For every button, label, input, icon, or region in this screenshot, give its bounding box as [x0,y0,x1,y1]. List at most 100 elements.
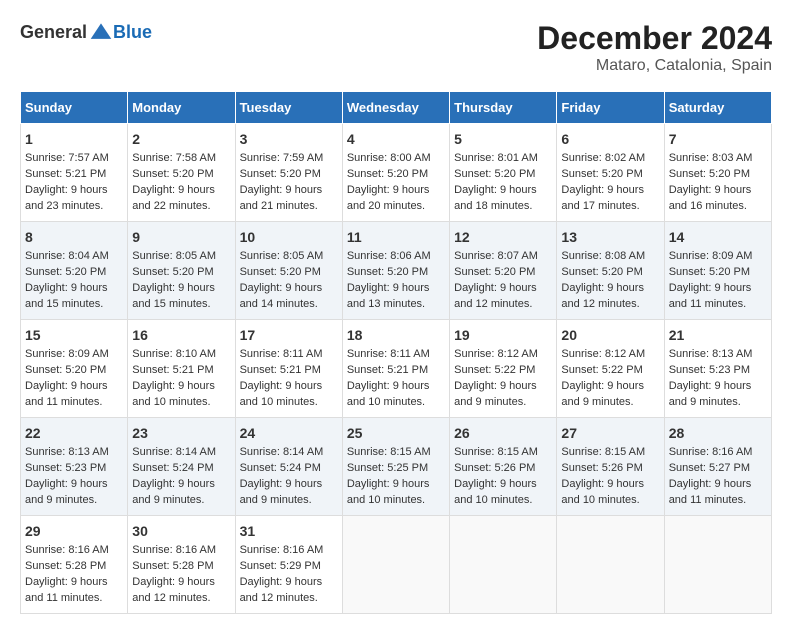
daylight-line: Daylight: 9 hours and 20 minutes. [347,184,430,212]
sunrise-line: Sunrise: 8:01 AM [454,152,538,164]
daylight-line: Daylight: 9 hours and 9 minutes. [454,380,537,408]
calendar-cell [450,516,557,614]
sunrise-line: Sunrise: 7:58 AM [132,152,216,164]
header-wednesday: Wednesday [342,92,449,124]
sunset-line: Sunset: 5:20 PM [561,266,642,278]
calendar-cell: 24Sunrise: 8:14 AMSunset: 5:24 PMDayligh… [235,418,342,516]
sunset-line: Sunset: 5:20 PM [669,266,750,278]
sunrise-line: Sunrise: 8:16 AM [132,544,216,556]
sunrise-line: Sunrise: 8:04 AM [25,250,109,262]
sunrise-line: Sunrise: 8:03 AM [669,152,753,164]
sunrise-line: Sunrise: 8:10 AM [132,348,216,360]
calendar-cell: 25 Sunrise: 8:15 AM Sunset: 5:25 PM Dayligh… [342,418,449,516]
sunrise-line: Sunrise: 8:16 AM [669,446,753,458]
sunrise-line: Sunrise: 8:02 AM [561,152,645,164]
daylight-line: Daylight: 9 hours and 10 minutes. [454,478,537,506]
sunset-line: Sunset: 5:20 PM [454,168,535,180]
day-number: 15 [25,325,123,345]
sunset-line: Sunset: 5:21 PM [240,364,321,376]
calendar-cell: 30Sunrise: 8:16 AMSunset: 5:28 PMDayligh… [128,516,235,614]
day-number: 18 [347,325,445,345]
logo-general: General [20,22,87,43]
calendar-cell: 26 Sunrise: 8:15 AM Sunset: 5:26 PM Dayligh… [450,418,557,516]
header-tuesday: Tuesday [235,92,342,124]
calendar-cell: 5 Sunrise: 8:01 AM Sunset: 5:20 PM Daylight… [450,124,557,222]
page-title: December 2024 [537,20,772,57]
calendar-cell: 21Sunrise: 8:13 AMSunset: 5:23 PMDayligh… [664,320,771,418]
sunrise-line: Sunrise: 7:59 AM [240,152,324,164]
daylight-line: Daylight: 9 hours and 13 minutes. [347,282,430,310]
calendar-cell: 22Sunrise: 8:13 AMSunset: 5:23 PMDayligh… [21,418,128,516]
day-number: 1 [25,129,123,149]
calendar-cell: 10Sunrise: 8:05 AMSunset: 5:20 PMDayligh… [235,222,342,320]
sunrise-line: Sunrise: 8:13 AM [25,446,109,458]
sunrise-line: Sunrise: 8:05 AM [240,250,324,262]
sunset-line: Sunset: 5:21 PM [347,364,428,376]
day-number: 4 [347,129,445,149]
sunrise-line: Sunrise: 8:16 AM [25,544,109,556]
calendar-cell: 29Sunrise: 8:16 AMSunset: 5:28 PMDayligh… [21,516,128,614]
daylight-line: Daylight: 9 hours and 11 minutes. [669,478,752,506]
sunset-line: Sunset: 5:22 PM [454,364,535,376]
calendar-cell: 1Sunrise: 7:57 AMSunset: 5:21 PMDaylight… [21,124,128,222]
logo-icon [89,20,113,44]
calendar-week-row: 1Sunrise: 7:57 AMSunset: 5:21 PMDaylight… [21,124,772,222]
daylight-line: Daylight: 9 hours and 16 minutes. [669,184,752,212]
sunset-line: Sunset: 5:26 PM [454,462,535,474]
sunset-line: Sunset: 5:26 PM [561,462,642,474]
sunrise-line: Sunrise: 8:11 AM [347,348,430,360]
daylight-line: Daylight: 9 hours and 12 minutes. [454,282,537,310]
header-monday: Monday [128,92,235,124]
daylight-line: Daylight: 9 hours and 10 minutes. [347,478,430,506]
calendar-cell: 2Sunrise: 7:58 AMSunset: 5:20 PMDaylight… [128,124,235,222]
day-number: 30 [132,521,230,541]
calendar-week-row: 29Sunrise: 8:16 AMSunset: 5:28 PMDayligh… [21,516,772,614]
daylight-line: Daylight: 9 hours and 12 minutes. [240,576,323,604]
calendar-cell: 15Sunrise: 8:09 AMSunset: 5:20 PMDayligh… [21,320,128,418]
day-number: 10 [240,227,338,247]
day-number: 13 [561,227,659,247]
day-number: 23 [132,423,230,443]
day-number: 11 [347,227,445,247]
calendar-cell: 8Sunrise: 8:04 AMSunset: 5:20 PMDaylight… [21,222,128,320]
daylight-line: Daylight: 9 hours and 21 minutes. [240,184,323,212]
daylight-line: Daylight: 9 hours and 17 minutes. [561,184,644,212]
day-number: 26 [454,423,552,443]
calendar-cell [664,516,771,614]
sunset-line: Sunset: 5:25 PM [347,462,428,474]
day-number: 28 [669,423,767,443]
day-number: 9 [132,227,230,247]
sunset-line: Sunset: 5:20 PM [454,266,535,278]
day-number: 12 [454,227,552,247]
page-subtitle: Mataro, Catalonia, Spain [537,57,772,75]
daylight-line: Daylight: 9 hours and 9 minutes. [132,478,215,506]
daylight-line: Daylight: 9 hours and 11 minutes. [25,380,108,408]
title-block: December 2024 Mataro, Catalonia, Spain [537,20,772,75]
sunrise-line: Sunrise: 8:08 AM [561,250,645,262]
calendar-table: SundayMondayTuesdayWednesdayThursdayFrid… [20,91,772,614]
sunrise-line: Sunrise: 8:11 AM [240,348,323,360]
sunrise-line: Sunrise: 8:09 AM [669,250,753,262]
sunrise-line: Sunrise: 8:15 AM [347,446,431,458]
day-number: 5 [454,129,552,149]
daylight-line: Daylight: 9 hours and 10 minutes. [347,380,430,408]
calendar-cell: 31Sunrise: 8:16 AMSunset: 5:29 PMDayligh… [235,516,342,614]
day-number: 31 [240,521,338,541]
sunset-line: Sunset: 5:21 PM [132,364,213,376]
logo-blue: Blue [113,22,152,43]
sunset-line: Sunset: 5:20 PM [347,266,428,278]
sunset-line: Sunset: 5:20 PM [25,364,106,376]
sunrise-line: Sunrise: 8:00 AM [347,152,431,164]
header-saturday: Saturday [664,92,771,124]
sunrise-line: Sunrise: 8:16 AM [240,544,324,556]
calendar-cell: 27Sunrise: 8:15 AMSunset: 5:26 PMDayligh… [557,418,664,516]
sunrise-line: Sunrise: 8:14 AM [132,446,216,458]
daylight-line: Daylight: 9 hours and 23 minutes. [25,184,108,212]
calendar-cell: 6Sunrise: 8:02 AMSunset: 5:20 PMDaylight… [557,124,664,222]
daylight-line: Daylight: 9 hours and 18 minutes. [454,184,537,212]
day-number: 8 [25,227,123,247]
day-number: 20 [561,325,659,345]
sunrise-line: Sunrise: 8:15 AM [454,446,538,458]
day-number: 25 [347,423,445,443]
header-thursday: Thursday [450,92,557,124]
